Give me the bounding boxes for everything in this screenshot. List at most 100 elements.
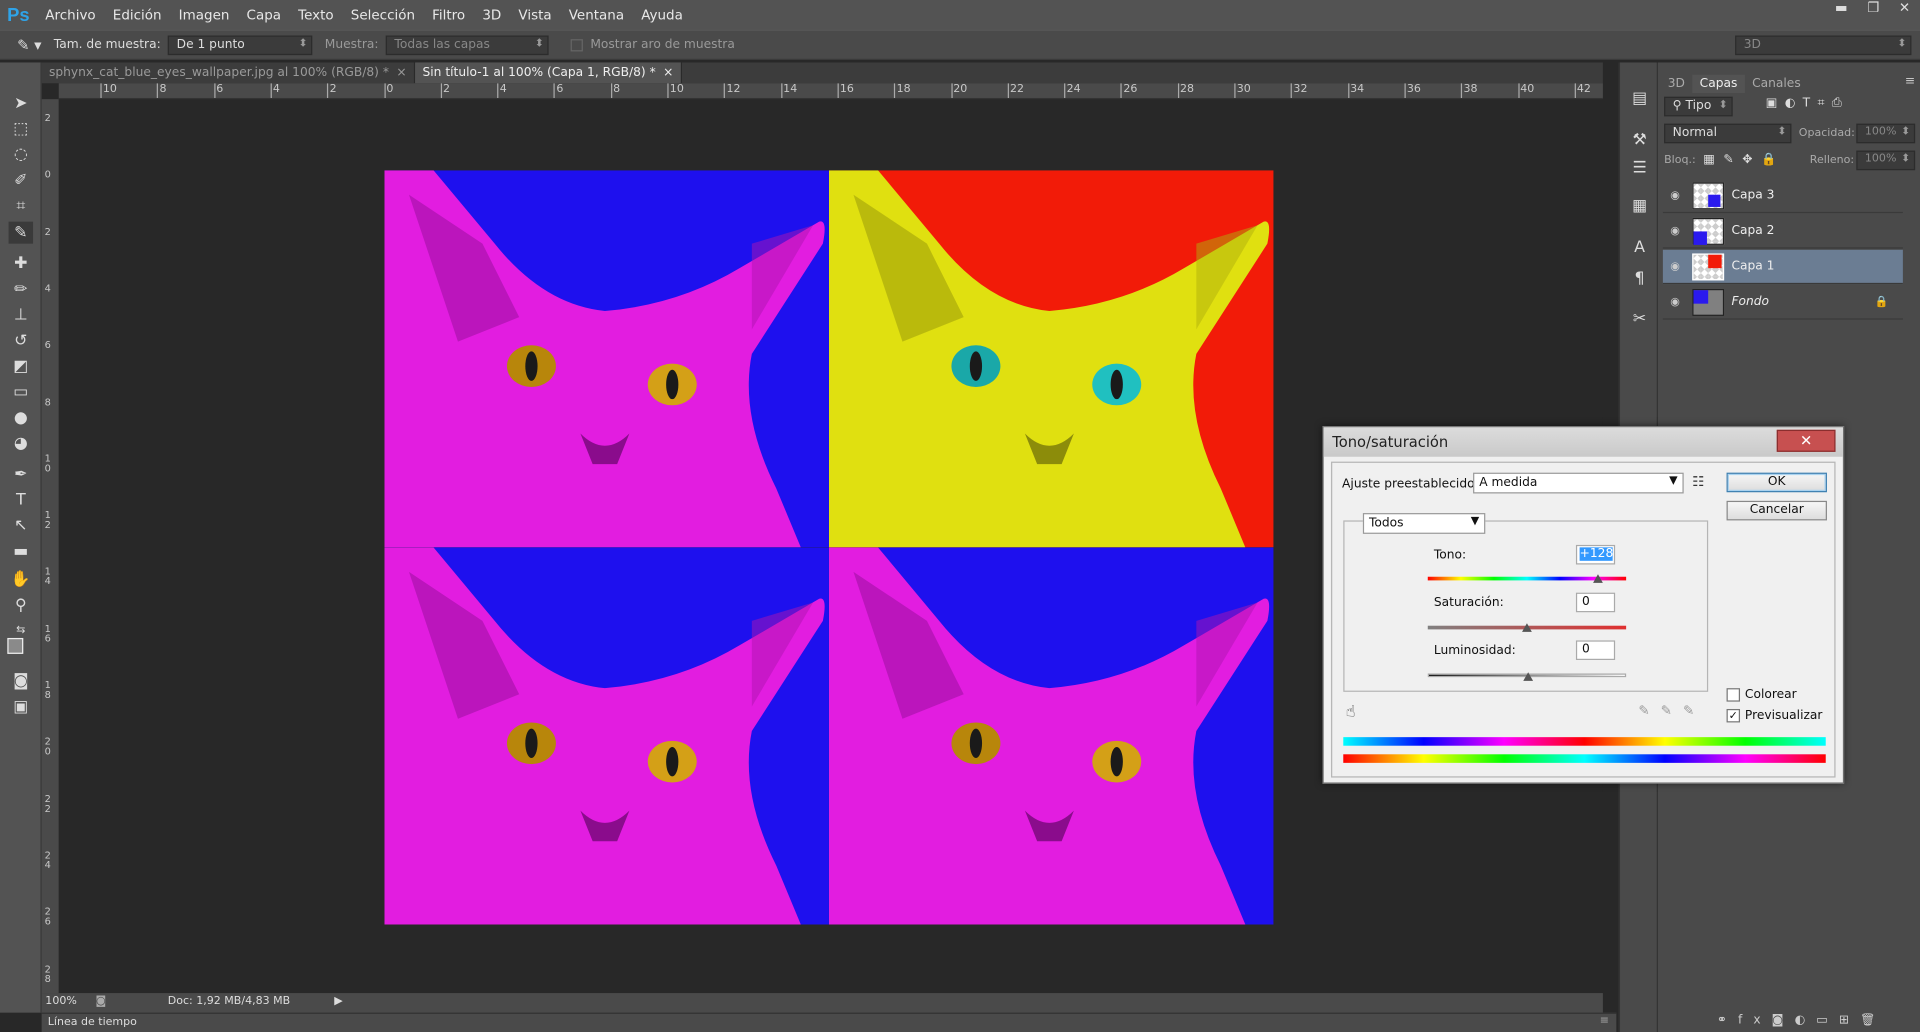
character-panel-icon[interactable]: A [1627, 236, 1651, 258]
path-select-tool-icon[interactable]: ↖ [9, 514, 33, 536]
eyedropper-preset-icon[interactable]: ✎ ▾ [17, 36, 41, 53]
layer-filter-icons[interactable]: ▣◐T⌗⎙ [1766, 97, 1849, 110]
type-tool-icon[interactable]: T [9, 489, 33, 511]
quick-select-tool-icon[interactable]: ✐ [9, 169, 33, 191]
ring-checkbox[interactable] [570, 38, 583, 51]
menu-imagen[interactable]: Imagen [170, 7, 238, 23]
saturation-slider-knob[interactable] [1522, 623, 1532, 632]
lightness-slider[interactable] [1427, 672, 1627, 681]
timeline-tab[interactable]: Línea de tiempo [48, 1016, 137, 1028]
menu-capa[interactable]: Capa [238, 7, 290, 23]
eye-icon[interactable]: ◉ [1663, 296, 1687, 308]
fill-input[interactable]: 100% [1856, 150, 1916, 171]
restore-icon[interactable]: ❐ [1867, 0, 1879, 22]
eyedropper-icons[interactable]: ✎✎✎ [1638, 703, 1705, 719]
panel-menu-icon[interactable]: ≡ [1600, 1015, 1609, 1027]
status-menu-arrow-icon[interactable]: ▶ [334, 996, 342, 1008]
properties-panel-icon[interactable]: ☰ [1627, 157, 1651, 179]
hue-slider[interactable] [1427, 574, 1627, 583]
dialog-titlebar[interactable]: Tono/saturación [1323, 427, 1843, 457]
saturation-slider[interactable] [1427, 623, 1627, 632]
eye-icon[interactable]: ◉ [1663, 189, 1687, 201]
zoom-level[interactable]: 100% [45, 996, 77, 1008]
stamp-tool-icon[interactable]: ⊥ [9, 304, 33, 326]
zoom-tool-icon[interactable]: ⚲ [9, 594, 33, 616]
tab-capas[interactable]: Capas [1692, 74, 1745, 94]
menu-archivo[interactable]: Archivo [37, 7, 105, 23]
close-tab-icon[interactable]: × [396, 66, 406, 79]
close-icon[interactable]: ✕ [1776, 429, 1836, 452]
lightness-slider-knob[interactable] [1523, 672, 1534, 681]
tab-3d[interactable]: 3D [1660, 75, 1692, 93]
panel-tabs: 3D Capas Canales [1660, 74, 1808, 94]
layer-fondo[interactable]: ◉ Fondo 🔒 [1662, 285, 1903, 320]
eye-icon[interactable]: ◉ [1663, 225, 1687, 237]
tab-sphynx-document[interactable]: sphynx_cat_blue_eyes_wallpaper.jpg al 10… [42, 62, 416, 84]
menu-filtro[interactable]: Filtro [424, 7, 474, 23]
hue-label: Tono: [1433, 548, 1467, 563]
menu-seleccion[interactable]: Selección [342, 7, 423, 23]
minimize-icon[interactable]: ▬ [1835, 0, 1848, 22]
foreground-color-swatch[interactable] [7, 637, 24, 654]
saturation-input[interactable]: 0 [1575, 592, 1616, 613]
move-tool-icon[interactable]: ➤ [9, 92, 33, 114]
eyedropper-tool-icon[interactable]: ✎ [8, 221, 34, 244]
shape-tool-icon[interactable]: ▬ [9, 540, 33, 562]
menu-edicion[interactable]: Edición [104, 7, 170, 23]
eraser-tool-icon[interactable]: ◩ [9, 355, 33, 377]
hue-slider-knob[interactable] [1593, 574, 1604, 583]
styles-panel-icon[interactable]: ▦ [1627, 195, 1651, 217]
screen-mode-icon[interactable]: ▣ [9, 696, 33, 718]
tool-presets-icon[interactable]: ✂ [1627, 307, 1651, 329]
marquee-tool-icon[interactable]: ⬚ [9, 118, 33, 140]
layer-footer-icons[interactable]: ⚭fx◙◐▭⊞🗑 [1717, 1014, 1887, 1027]
preset-options-icon[interactable]: ☷ [1692, 474, 1704, 490]
hue-input[interactable]: +128 [1575, 544, 1616, 565]
opacity-input[interactable]: 100% [1856, 123, 1916, 144]
lasso-tool-icon[interactable]: ◌ [9, 143, 33, 165]
preset-select[interactable]: A medida ▼ [1473, 472, 1684, 494]
menu-vista[interactable]: Vista [510, 7, 560, 23]
gradient-tool-icon[interactable]: ▭ [9, 381, 33, 403]
colorize-checkbox[interactable] [1726, 688, 1741, 702]
menu-3d[interactable]: 3D [474, 7, 510, 23]
preview-checkbox[interactable]: ✓ [1726, 708, 1741, 723]
status-export-icon[interactable]: ◙ [96, 996, 107, 1008]
brush-tool-icon[interactable]: ✏ [9, 278, 33, 300]
layer-capa-1[interactable]: ◉ Capa 1 [1662, 249, 1903, 285]
paragraph-panel-icon[interactable]: ¶ [1627, 267, 1651, 289]
menu-texto[interactable]: Texto [290, 7, 343, 23]
quick-mask-icon[interactable]: ◙ [9, 670, 33, 692]
sample-select[interactable]: Todas las capas [385, 34, 549, 55]
history-panel-icon[interactable]: ▤ [1627, 87, 1651, 109]
eye-icon[interactable]: ◉ [1663, 260, 1687, 272]
cat-image-bottom-right [828, 547, 1274, 925]
tab-canales[interactable]: Canales [1745, 75, 1808, 93]
hand-tool-icon[interactable]: ✋ [9, 568, 33, 590]
close-window-icon[interactable]: ✕ [1899, 0, 1910, 22]
sample-size-select[interactable]: De 1 punto [168, 34, 313, 55]
cancel-button[interactable]: Cancelar [1726, 500, 1827, 521]
blend-mode-select[interactable]: Normal [1664, 123, 1792, 144]
close-tab-icon[interactable]: × [663, 66, 673, 79]
dodge-tool-icon[interactable]: ◕ [9, 432, 33, 454]
pen-tool-icon[interactable]: ✒ [9, 463, 33, 485]
healing-tool-icon[interactable]: ✚ [9, 252, 33, 274]
menu-ventana[interactable]: Ventana [560, 7, 632, 23]
history-brush-icon[interactable]: ↺ [9, 329, 33, 351]
layer-capa-3[interactable]: ◉ Capa 3 [1662, 179, 1903, 214]
panel-menu-icon[interactable]: ≡ [1905, 75, 1915, 88]
target-adjust-hand-icon[interactable]: ☝ [1346, 703, 1356, 721]
channel-select[interactable]: Todos ▼ [1362, 513, 1486, 534]
lock-icons[interactable]: ▦✎✥🔒 [1703, 153, 1785, 166]
tab-sin-titulo[interactable]: Sin título-1 al 100% (Capa 1, RGB/8) * × [415, 62, 682, 84]
adjustments-panel-icon[interactable]: ⚒ [1627, 129, 1651, 151]
blur-tool-icon[interactable]: ● [9, 407, 33, 429]
menu-ayuda[interactable]: Ayuda [633, 7, 692, 23]
layer-capa-2[interactable]: ◉ Capa 2 [1662, 214, 1903, 249]
layer-filter-select[interactable]: ⚲ Tipo [1664, 96, 1733, 117]
lightness-input[interactable]: 0 [1575, 640, 1616, 661]
workspace-select[interactable]: 3D [1735, 34, 1912, 55]
ok-button[interactable]: OK [1726, 472, 1827, 493]
crop-tool-icon[interactable]: ⌗ [9, 195, 33, 217]
